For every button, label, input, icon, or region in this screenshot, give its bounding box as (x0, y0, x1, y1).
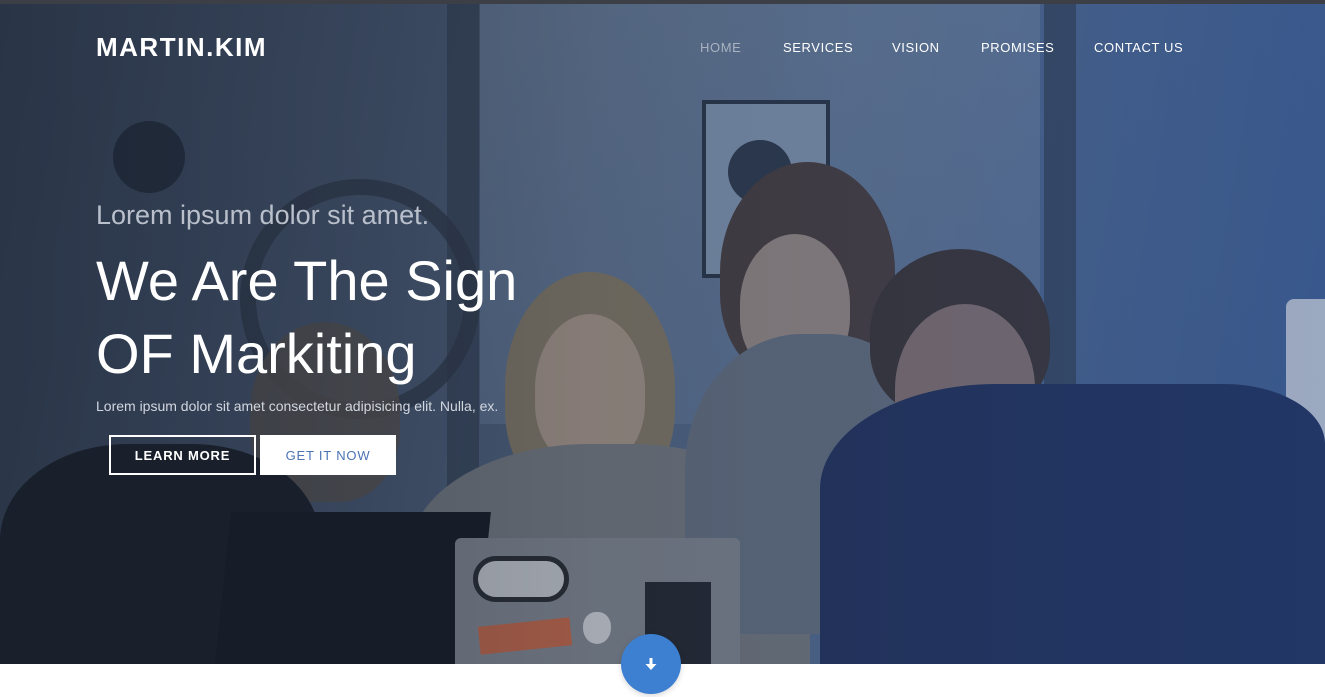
get-it-now-button[interactable]: GET IT NOW (260, 435, 396, 475)
hero-headline: We Are The Sign OF Markiting (96, 244, 656, 390)
nav-item-vision[interactable]: VISION (892, 40, 940, 55)
nav-item-promises[interactable]: PROMISES (981, 40, 1054, 55)
nav-item-contact-us[interactable]: CONTACT US (1094, 40, 1183, 55)
headline-line-2: OF Markiting (96, 322, 417, 385)
hero-section: MARTIN.KIM HOME SERVICES VISION PROMISES… (0, 4, 1325, 664)
scroll-down-button[interactable] (621, 634, 681, 694)
arrow-down-icon (645, 658, 657, 670)
headline-line-1: We Are The Sign (96, 249, 518, 312)
nav-item-home[interactable]: HOME (700, 40, 741, 55)
nav-item-services[interactable]: SERVICES (783, 40, 853, 55)
learn-more-button[interactable]: LEARN MORE (109, 435, 256, 475)
hero-subtext: Lorem ipsum dolor sit amet consectetur a… (96, 398, 499, 414)
hero-kicker: Lorem ipsum dolor sit amet. (96, 200, 430, 230)
brand-logo[interactable]: MARTIN.KIM (96, 32, 267, 63)
